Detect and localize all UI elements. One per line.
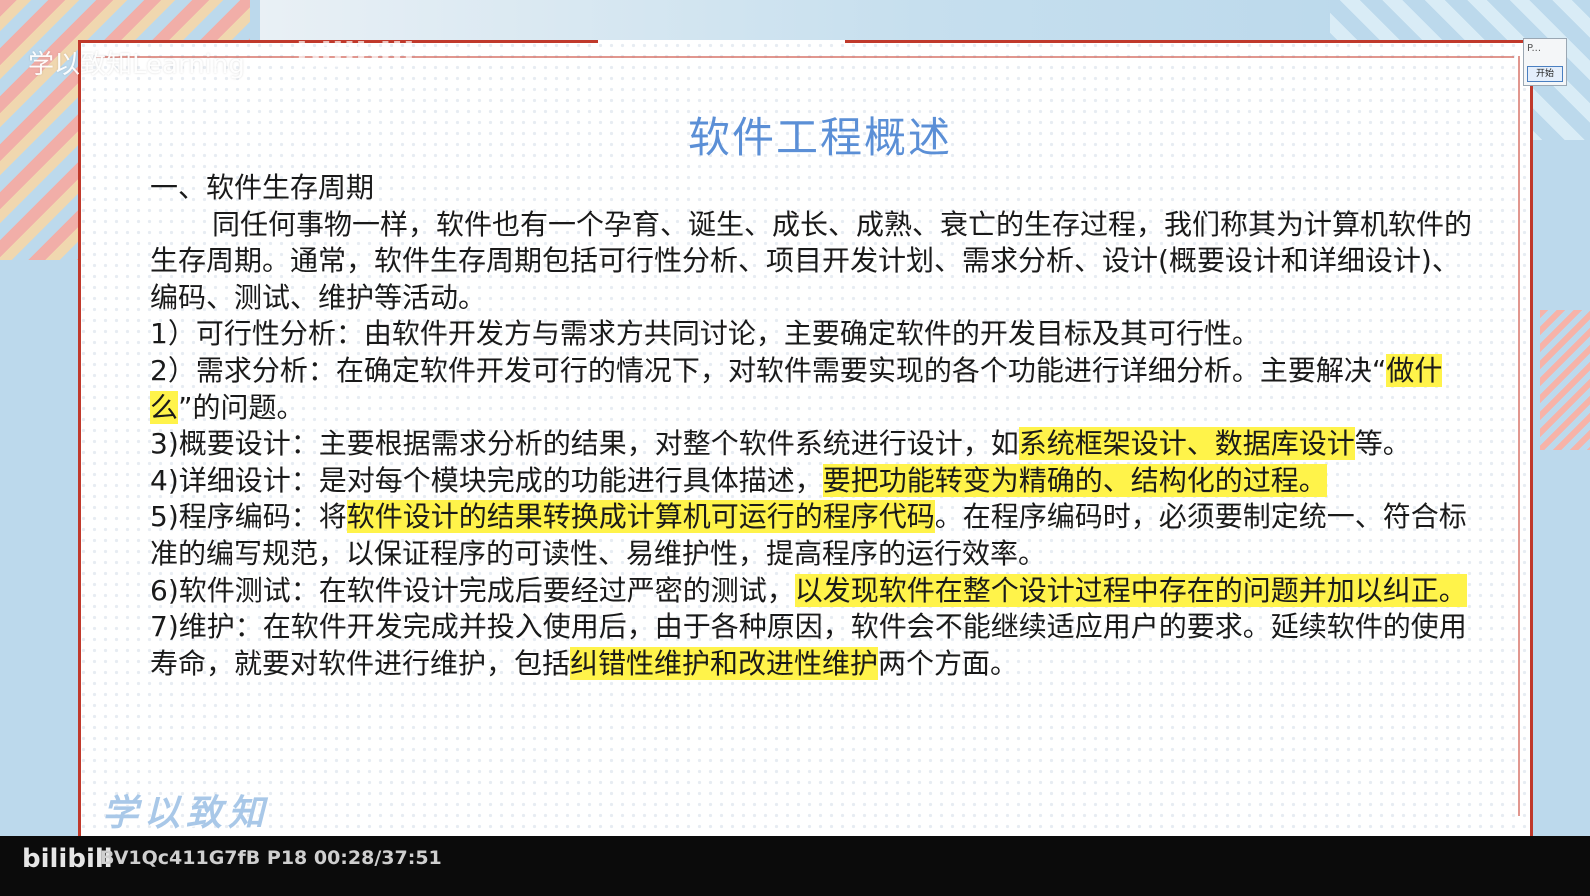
list-item-requirements: 2）需求分析：在确定软件开发可行的情况下，对软件需要实现的各个功能进行详细分析。… [150,353,1480,426]
list-item-coding: 5)程序编码：将软件设计的结果转换成计算机可运行的程序代码。在程序编码时，必须要… [150,499,1480,572]
item-text: ”的问题。 [178,390,305,424]
slide-top-line-right [845,40,1533,43]
item-text: 2）需求分析：在确定软件开发可行的情况下，对软件需要实现的各个功能进行详细分析。… [150,353,1387,387]
widget-label: P... [1527,43,1542,54]
start-button[interactable]: 开始 [1527,66,1563,82]
script-logo: 学以致知 [102,792,271,834]
list-item-testing: 6)软件测试：在软件设计完成后要经过严密的测试，以发现软件在整个设计过程中存在的… [150,573,1480,610]
highlighted-text: 软件设计的结果转换成计算机可运行的程序代码 [346,500,935,534]
list-item-feasibility: 1）可行性分析：由软件开发方与需求方共同讨论，主要确定软件的开发目标及其可行性。 [150,316,1480,353]
presentation-widget: P... 开始 [1523,38,1567,86]
item-text: 两个方面。 [878,646,1019,680]
slide-title: 软件工程概述 [687,113,952,162]
slide-content: 一、软件生存周期 同任何事物一样，软件也有一个孕育、诞生、成长、成熟、衰亡的生存… [150,170,1480,682]
item-text: 5)程序编码：将 [150,500,347,534]
intro-paragraph: 同任何事物一样，软件也有一个孕育、诞生、成长、成熟、衰亡的生存过程，我们称其为计… [150,207,1473,314]
item-text: 等。 [1354,427,1411,461]
highlighted-text: 系统框架设计、数据库设计 [1018,427,1355,461]
item-text: 4)详细设计：是对每个模块完成的功能进行具体描述， [150,463,823,497]
bilibili-watermark: bilibili [296,36,415,76]
highlighted-text: 纠错性维护和改进性维护 [570,646,879,680]
list-item-maintenance: 7)维护：在软件开发完成并投入使用后，由于各种原因，软件会不能继续适应用户的要求… [150,609,1480,682]
list-item-detailed-design: 4)详细设计：是对每个模块完成的功能进行具体描述，要把功能转变为精确的、结构化的… [150,463,1480,500]
section-heading: 一、软件生存周期 [150,171,375,204]
item-text: 3)概要设计：主要根据需求分析的结果，对整个软件系统进行设计，如 [150,427,1019,461]
video-info: BV1Qc411G7fB P18 00:28/37:51 [100,847,442,869]
item-text: 1）可行性分析：由软件开发方与需求方共同讨论，主要确定软件的开发目标及其可行性。 [150,317,1260,351]
slide-inner-vertical-line [1518,56,1520,816]
highlighted-text: 以发现软件在整个设计过程中存在的问题并加以纠正。 [794,573,1467,607]
decorative-stripes-right [1540,310,1590,450]
highlighted-text: 要把功能转变为精确的、结构化的过程。 [822,463,1327,497]
list-item-outline-design: 3)概要设计：主要根据需求分析的结果，对整个软件系统进行设计，如系统框架设计、数… [150,426,1480,463]
item-text: 6)软件测试：在软件设计完成后要经过严密的测试， [150,573,795,607]
channel-brand-text: 学以致知Learning [28,50,245,80]
player-bottom-bar: bilibili BV1Qc411G7fB P18 00:28/37:51 [0,836,1590,896]
